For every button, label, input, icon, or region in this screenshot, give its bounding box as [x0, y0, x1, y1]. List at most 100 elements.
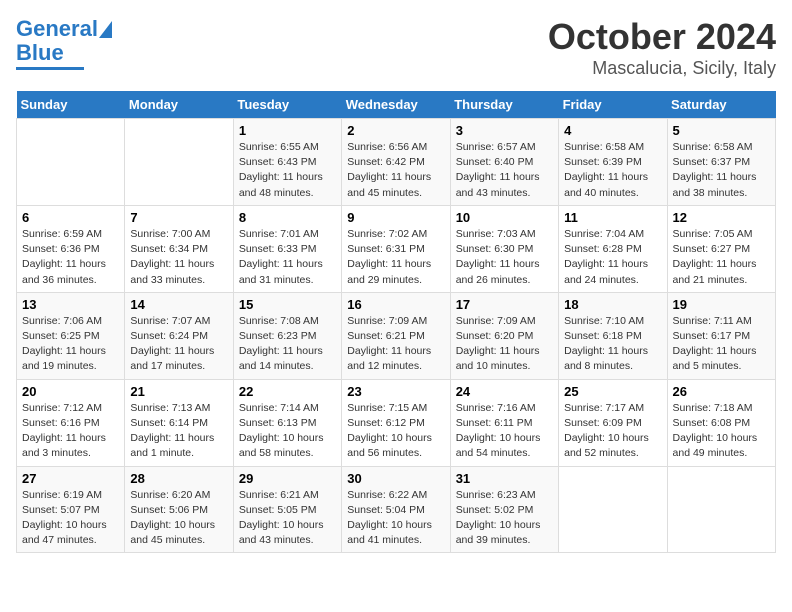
logo-triangle-icon: [99, 21, 112, 38]
header-day-sunday: Sunday: [17, 91, 125, 119]
calendar-cell: 31Sunrise: 6:23 AMSunset: 5:02 PMDayligh…: [450, 466, 558, 553]
day-detail: Sunrise: 7:09 AMSunset: 6:20 PMDaylight:…: [456, 314, 553, 375]
day-detail: Sunrise: 6:19 AMSunset: 5:07 PMDaylight:…: [22, 488, 119, 549]
logo-underline: [16, 67, 84, 70]
header-day-saturday: Saturday: [667, 91, 775, 119]
calendar-week-row: 20 Sunrise: 7:12 AMSunset: 6:16 PMDayligh…: [17, 379, 776, 466]
calendar-cell: 6 Sunrise: 6:59 AMSunset: 6:36 PMDaylight…: [17, 205, 125, 292]
calendar-title-block: October 2024 Mascalucia, Sicily, Italy: [548, 16, 776, 79]
calendar-cell: [125, 119, 233, 206]
calendar-cell: 24Sunrise: 7:16 AMSunset: 6:11 PMDayligh…: [450, 379, 558, 466]
day-detail: Sunrise: 7:04 AMSunset: 6:28 PMDaylight:…: [564, 227, 661, 288]
day-number: 5: [673, 123, 770, 138]
day-detail: Sunrise: 7:14 AMSunset: 6:13 PMDaylight:…: [239, 401, 336, 462]
header-day-tuesday: Tuesday: [233, 91, 341, 119]
header-day-thursday: Thursday: [450, 91, 558, 119]
day-detail: Sunrise: 7:13 AMSunset: 6:14 PMDaylight:…: [130, 401, 227, 462]
day-detail: Sunrise: 7:15 AMSunset: 6:12 PMDaylight:…: [347, 401, 444, 462]
calendar-cell: 19Sunrise: 7:11 AMSunset: 6:17 PMDayligh…: [667, 292, 775, 379]
day-number: 23: [347, 384, 444, 399]
day-number: 27: [22, 471, 119, 486]
day-detail: Sunrise: 7:16 AMSunset: 6:11 PMDaylight:…: [456, 401, 553, 462]
calendar-week-row: 27 Sunrise: 6:19 AMSunset: 5:07 PMDayligh…: [17, 466, 776, 553]
day-number: 9: [347, 210, 444, 225]
day-detail: Sunrise: 6:59 AMSunset: 6:36 PMDaylight:…: [22, 227, 119, 288]
day-number: 26: [673, 384, 770, 399]
day-detail: Sunrise: 6:20 AMSunset: 5:06 PMDaylight:…: [130, 488, 227, 549]
day-number: 2: [347, 123, 444, 138]
header-day-monday: Monday: [125, 91, 233, 119]
day-detail: Sunrise: 7:08 AMSunset: 6:23 PMDaylight:…: [239, 314, 336, 375]
day-number: 6: [22, 210, 119, 225]
calendar-cell: 29Sunrise: 6:21 AMSunset: 5:05 PMDayligh…: [233, 466, 341, 553]
calendar-cell: 26Sunrise: 7:18 AMSunset: 6:08 PMDayligh…: [667, 379, 775, 466]
calendar-cell: 11Sunrise: 7:04 AMSunset: 6:28 PMDayligh…: [559, 205, 667, 292]
calendar-cell: 25Sunrise: 7:17 AMSunset: 6:09 PMDayligh…: [559, 379, 667, 466]
day-number: 31: [456, 471, 553, 486]
calendar-cell: 10 Sunrise: 7:03 AMSunset: 6:30 PMDayligh…: [450, 205, 558, 292]
day-detail: Sunrise: 7:12 AMSunset: 6:16 PMDaylight:…: [22, 401, 119, 462]
calendar-cell: 14 Sunrise: 7:07 AMSunset: 6:24 PMDayligh…: [125, 292, 233, 379]
logo-text: General: [16, 16, 98, 42]
calendar-week-row: 13Sunrise: 7:06 AMSunset: 6:25 PMDayligh…: [17, 292, 776, 379]
day-number: 19: [673, 297, 770, 312]
header-day-wednesday: Wednesday: [342, 91, 450, 119]
day-number: 10: [456, 210, 553, 225]
day-number: 16: [347, 297, 444, 312]
calendar-cell: 30Sunrise: 6:22 AMSunset: 5:04 PMDayligh…: [342, 466, 450, 553]
day-number: 15: [239, 297, 336, 312]
day-detail: Sunrise: 6:22 AMSunset: 5:04 PMDaylight:…: [347, 488, 444, 549]
calendar-cell: 27 Sunrise: 6:19 AMSunset: 5:07 PMDayligh…: [17, 466, 125, 553]
day-number: 3: [456, 123, 553, 138]
day-detail: Sunrise: 7:09 AMSunset: 6:21 PMDaylight:…: [347, 314, 444, 375]
day-detail: Sunrise: 7:02 AMSunset: 6:31 PMDaylight:…: [347, 227, 444, 288]
calendar-header-row: SundayMondayTuesdayWednesdayThursdayFrid…: [17, 91, 776, 119]
day-detail: Sunrise: 6:58 AMSunset: 6:39 PMDaylight:…: [564, 140, 661, 201]
day-number: 12: [673, 210, 770, 225]
calendar-cell: 8 Sunrise: 7:01 AMSunset: 6:33 PMDaylight…: [233, 205, 341, 292]
calendar-cell: 9 Sunrise: 7:02 AMSunset: 6:31 PMDaylight…: [342, 205, 450, 292]
calendar-cell: 4Sunrise: 6:58 AMSunset: 6:39 PMDaylight…: [559, 119, 667, 206]
day-number: 22: [239, 384, 336, 399]
calendar-cell: 23 Sunrise: 7:15 AMSunset: 6:12 PMDayligh…: [342, 379, 450, 466]
day-number: 7: [130, 210, 227, 225]
day-number: 17: [456, 297, 553, 312]
calendar-cell: 2 Sunrise: 6:56 AMSunset: 6:42 PMDaylight…: [342, 119, 450, 206]
calendar-subtitle: Mascalucia, Sicily, Italy: [548, 58, 776, 79]
calendar-week-row: 6 Sunrise: 6:59 AMSunset: 6:36 PMDaylight…: [17, 205, 776, 292]
day-number: 14: [130, 297, 227, 312]
day-number: 21: [130, 384, 227, 399]
calendar-cell: 20 Sunrise: 7:12 AMSunset: 6:16 PMDayligh…: [17, 379, 125, 466]
calendar-cell: 5 Sunrise: 6:58 AMSunset: 6:37 PMDaylight…: [667, 119, 775, 206]
day-number: 8: [239, 210, 336, 225]
day-detail: Sunrise: 7:03 AMSunset: 6:30 PMDaylight:…: [456, 227, 553, 288]
calendar-cell: [667, 466, 775, 553]
calendar-cell: 22 Sunrise: 7:14 AMSunset: 6:13 PMDayligh…: [233, 379, 341, 466]
calendar-cell: 3 Sunrise: 6:57 AMSunset: 6:40 PMDaylight…: [450, 119, 558, 206]
day-detail: Sunrise: 7:06 AMSunset: 6:25 PMDaylight:…: [22, 314, 119, 375]
calendar-cell: 21 Sunrise: 7:13 AMSunset: 6:14 PMDayligh…: [125, 379, 233, 466]
calendar-cell: 7 Sunrise: 7:00 AMSunset: 6:34 PMDaylight…: [125, 205, 233, 292]
day-detail: Sunrise: 6:55 AMSunset: 6:43 PMDaylight:…: [239, 140, 336, 201]
day-detail: Sunrise: 6:58 AMSunset: 6:37 PMDaylight:…: [673, 140, 770, 201]
calendar-cell: 13Sunrise: 7:06 AMSunset: 6:25 PMDayligh…: [17, 292, 125, 379]
day-detail: Sunrise: 7:00 AMSunset: 6:34 PMDaylight:…: [130, 227, 227, 288]
calendar-cell: 1Sunrise: 6:55 AMSunset: 6:43 PMDaylight…: [233, 119, 341, 206]
calendar-table: SundayMondayTuesdayWednesdayThursdayFrid…: [16, 91, 776, 553]
calendar-title: October 2024: [548, 16, 776, 58]
day-number: 25: [564, 384, 661, 399]
calendar-cell: 17 Sunrise: 7:09 AMSunset: 6:20 PMDayligh…: [450, 292, 558, 379]
logo: General Blue: [16, 16, 112, 70]
day-number: 20: [22, 384, 119, 399]
day-detail: Sunrise: 7:07 AMSunset: 6:24 PMDaylight:…: [130, 314, 227, 375]
day-detail: Sunrise: 7:10 AMSunset: 6:18 PMDaylight:…: [564, 314, 661, 375]
header-day-friday: Friday: [559, 91, 667, 119]
day-detail: Sunrise: 7:01 AMSunset: 6:33 PMDaylight:…: [239, 227, 336, 288]
day-detail: Sunrise: 6:56 AMSunset: 6:42 PMDaylight:…: [347, 140, 444, 201]
calendar-cell: [559, 466, 667, 553]
calendar-cell: [17, 119, 125, 206]
day-detail: Sunrise: 6:21 AMSunset: 5:05 PMDaylight:…: [239, 488, 336, 549]
page-header: General Blue October 2024 Mascalucia, Si…: [16, 16, 776, 79]
calendar-week-row: 1Sunrise: 6:55 AMSunset: 6:43 PMDaylight…: [17, 119, 776, 206]
day-detail: Sunrise: 6:57 AMSunset: 6:40 PMDaylight:…: [456, 140, 553, 201]
